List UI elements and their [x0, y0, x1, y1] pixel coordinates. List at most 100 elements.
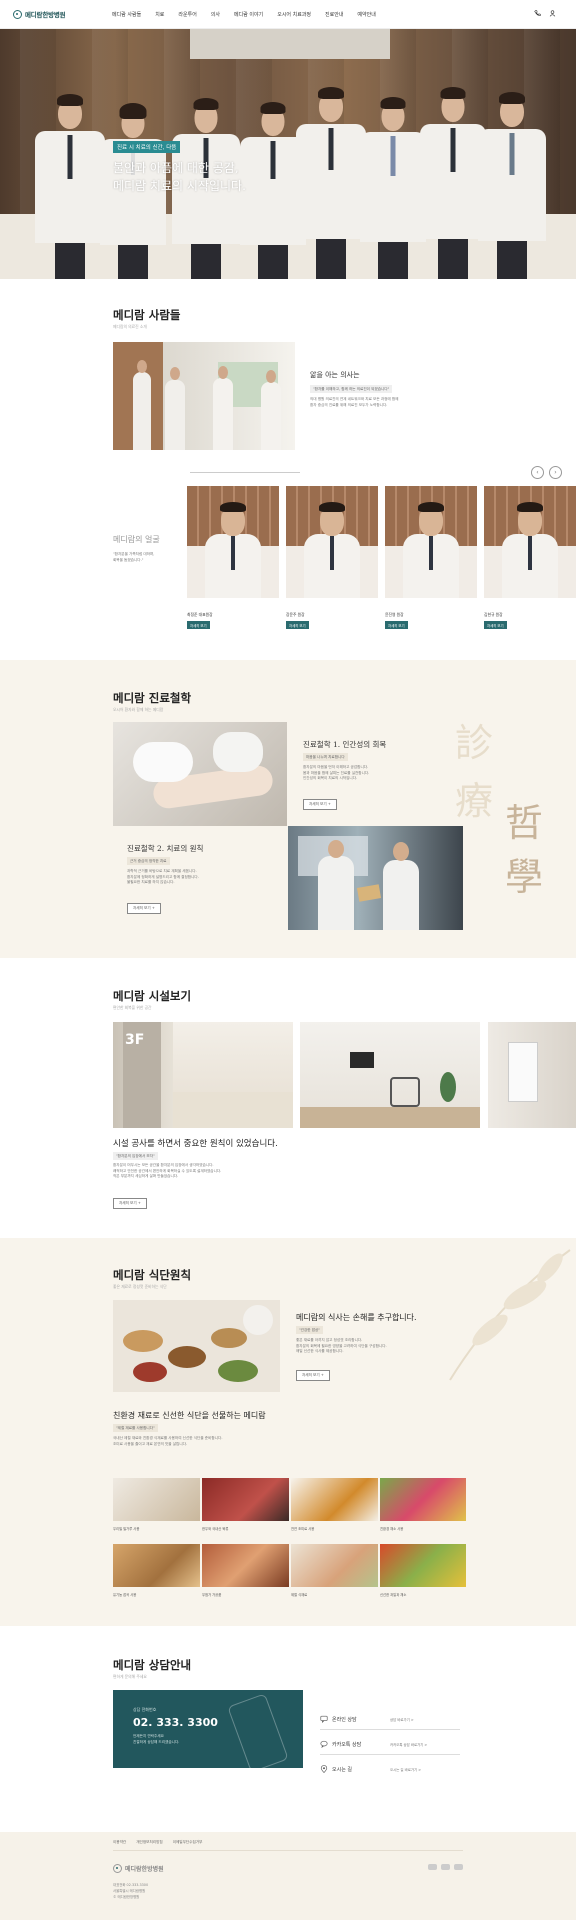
doctor-name: 최정준 대표원장 [187, 612, 213, 617]
footer-link[interactable]: 이메일무단수집거부 [173, 1840, 203, 1845]
footer-info: 대표전화 02.333.3300 서울특별시 메디람병원 © 메디람한방병원 [113, 1882, 148, 1900]
consult-phone-card[interactable]: 상담 전화번호 02. 333. 3300 언제든지 연락주세요 친절하게 상담… [113, 1690, 303, 1773]
user-icon[interactable] [549, 10, 556, 17]
logo-icon [113, 1864, 122, 1873]
consult-row-detail[interactable]: 카카오톡 상담 바로가기 > [390, 1742, 490, 1747]
section-title: 메디람 상담안내 [113, 1658, 192, 1672]
hero-doctor [35, 79, 105, 279]
doctor-card[interactable]: 최정준 대표원장 자세히 보기 [187, 486, 279, 629]
doctor-name: 김현규 원장 [484, 612, 503, 617]
footer-copyright: © 메디람한방병원 [113, 1895, 140, 1899]
nav-item[interactable]: 메디람 이야기 [234, 11, 263, 18]
philosophy-1-title: 진료철학 1. 인간성의 회복 [303, 740, 387, 749]
consult-phone: 02. 333. 3300 [133, 1716, 218, 1729]
doctor-photo [286, 486, 378, 598]
philosophy-2-more-button[interactable]: 자세히 보기 + [127, 903, 161, 914]
food-photo [291, 1478, 378, 1521]
instagram-icon[interactable] [454, 1864, 463, 1870]
meal-heading: 친환경 재료로 신선한 식단을 선물하는 메디람 [113, 1411, 266, 1420]
chat-icon [320, 1715, 328, 1723]
kakao-icon [320, 1740, 328, 1748]
body-line: 회복을 돕겠습니다." [113, 557, 144, 562]
consult-label: 상담 전화번호 [133, 1707, 157, 1712]
food-caption: 유기농 잡곡 사용 [113, 1593, 137, 1597]
leaf-decoration-icon [449, 1249, 571, 1381]
nav-item[interactable]: 진료안내 [325, 11, 343, 18]
body-line: 친절하게 상담해 드리겠습니다. [133, 1739, 180, 1744]
food-photo [291, 1544, 378, 1587]
body-line: 불필요한 치료를 하지 않습니다. [127, 880, 175, 884]
doctor-tag[interactable]: 자세히 보기 [286, 621, 309, 629]
doctor-card[interactable]: 윤진영 원장 자세히 보기 [385, 486, 477, 629]
doctor-card[interactable]: 김현규 원장 자세히 보기 [484, 486, 576, 629]
consult-row-detail[interactable]: 오시는 길 바로가기 > [390, 1767, 490, 1772]
hero-title-line: 메디람 치료의 시작입니다. [113, 179, 246, 193]
section-title: 메디람 식단원칙 [113, 1268, 192, 1282]
consult-row-label: 카카오톡 상담 [332, 1741, 362, 1748]
consult-online-row[interactable]: 온라인 상담 상담 바로가기 > [320, 1715, 414, 1723]
doctor-prev-button[interactable]: ‹ [531, 466, 544, 479]
doctor-tag[interactable]: 자세히 보기 [187, 621, 210, 629]
hero-banner: 진료 시 치료의 신간, 다뜸 불안과 아픔에 대한 공감, 메디람 치료의 시… [0, 29, 576, 279]
nav-item[interactable]: 라운투어 [178, 11, 196, 18]
people-feature-photo [113, 342, 295, 450]
blog-icon[interactable] [428, 1864, 437, 1870]
logo[interactable]: 메디람한방병원 [13, 9, 66, 19]
section-title: 메디람 시설보기 [113, 989, 192, 1003]
hero-title: 불안과 아픔에 대한 공감, 메디람 치료의 시작입니다. [113, 159, 246, 195]
doctors-group-title: 메디람의 얼굴 [113, 535, 160, 544]
doctor-card[interactable]: 장윤주 원장 자세히 보기 [286, 486, 378, 629]
section-title: 메디람 진료철학 [113, 691, 192, 705]
body-line: 인간성의 회복이 치료의 시작입니다. [303, 776, 358, 780]
main-nav: 메디람 사람들 치료 라운투어 의사 메디람 이야기 오시어 치료과정 진료안내… [112, 11, 376, 18]
food-caption: 신선한 과일과 채소 [380, 1593, 407, 1597]
meal-more-button[interactable]: 자세히 보기 + [296, 1370, 330, 1381]
meal-feature-body: 좋은 재료를 아끼지 않고 정성껏 조리합니다. 환자분의 회복에 필요한 영양… [296, 1338, 466, 1355]
meal-pill: "제철 재료를 사용합니다" [113, 1424, 158, 1432]
consult-row-detail[interactable]: 상담 바로가기 > [390, 1717, 490, 1722]
philosophy-photo-2 [288, 826, 463, 930]
footer-link[interactable]: 이용약관 [113, 1840, 126, 1845]
doctor-tag[interactable]: 자세히 보기 [484, 621, 507, 629]
divider [320, 1729, 460, 1730]
meal-feature-photo [113, 1300, 280, 1392]
section-title: 메디람 사람들 [113, 308, 181, 322]
philosophy-2-pill: 근거 중심의 정직한 치료 [127, 857, 170, 865]
site-header: 메디람한방병원 메디람 사람들 치료 라운투어 의사 메디람 이야기 오시어 치… [0, 0, 576, 29]
nav-item[interactable]: 메디람 사람들 [112, 11, 141, 18]
section-subtitle: 편안한 회복을 위한 공간 [113, 1005, 152, 1010]
nav-item[interactable]: 예약안내 [357, 11, 375, 18]
hanja-character: 療 [455, 779, 494, 823]
phone-icon[interactable] [534, 10, 541, 17]
youtube-icon[interactable] [441, 1864, 450, 1870]
food-caption: 한우와 국내산 육류 [202, 1527, 229, 1531]
food-photo [113, 1478, 200, 1521]
footer-link[interactable]: 개인정보처리방침 [136, 1840, 162, 1845]
section-subtitle: 좋은 재료로 정성껏 준비하는 식단 [113, 1284, 167, 1289]
body-line: 매일 신선한 식사를 제공합니다. [296, 1349, 344, 1353]
nav-item[interactable]: 치료 [155, 11, 164, 18]
philosophy-2-title: 진료철학 2. 치료의 원칙 [127, 844, 204, 853]
nav-item[interactable]: 오시어 치료과정 [277, 11, 311, 18]
section-subtitle: 편하게 문의해 주세요 [113, 1674, 147, 1679]
nav-item[interactable]: 의사 [211, 11, 220, 18]
facility-more-button[interactable]: 자세히 보기 + [113, 1198, 147, 1209]
facility-photo-3 [488, 1022, 576, 1128]
consult-kakao-row[interactable]: 카카오톡 상담 카카오톡 상담 바로가기 > [320, 1740, 427, 1748]
food-caption: 천연 조미료 사용 [291, 1527, 315, 1531]
meal-feature-pill: "건강한 밥상" [296, 1326, 323, 1334]
divider [190, 472, 300, 473]
people-feature-title: 앎을 아는 의사는 [310, 371, 360, 379]
footer-logo: 메디람한방병원 [113, 1864, 164, 1873]
body-line: 조미료 사용을 줄이고 재료 본연의 맛을 살립니다. [113, 1441, 188, 1446]
consult-location-row[interactable]: 오시는 길 오시는 길 바로가기 > [320, 1765, 421, 1773]
doctor-next-button[interactable]: › [549, 466, 562, 479]
doctor-tag[interactable]: 자세히 보기 [385, 621, 408, 629]
doctor-photo [385, 486, 477, 598]
hanja-character: 哲 [505, 801, 544, 845]
food-photo [202, 1478, 289, 1521]
philosophy-1-more-button[interactable]: 자세히 보기 + [303, 799, 337, 810]
food-caption: 우리밀 밀가루 사용 [113, 1527, 140, 1531]
section-subtitle: 메디람의 의료진 소개 [113, 324, 147, 329]
food-caption: 친환경 채소 사용 [380, 1527, 404, 1531]
